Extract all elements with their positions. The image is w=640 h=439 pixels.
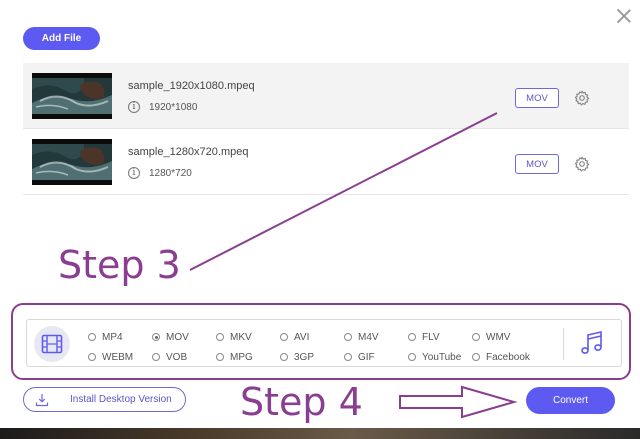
format-option-gif[interactable]: GIF	[344, 352, 408, 363]
file-meta: i 1280*720	[128, 167, 192, 179]
format-option-m4v[interactable]: M4V	[344, 332, 408, 343]
format-option-webm[interactable]: WEBM	[88, 352, 152, 363]
video-icon	[41, 334, 63, 354]
video-thumbnail	[32, 139, 112, 185]
radio-button[interactable]	[280, 333, 288, 341]
format-label: 3GP	[294, 351, 315, 363]
file-resolution: 1280*720	[149, 167, 192, 179]
music-icon[interactable]	[580, 330, 604, 356]
file-name: sample_1280x720.mpeq	[128, 146, 249, 158]
format-label: MOV	[166, 331, 189, 343]
file-resolution: 1920*1080	[149, 101, 198, 113]
format-label: MKV	[230, 331, 252, 343]
file-row[interactable]: sample_1280x720.mpeq i 1280*720 MOV	[23, 129, 629, 195]
radio-button[interactable]	[408, 353, 416, 361]
format-option-avi[interactable]: AVI	[280, 332, 344, 343]
format-label: YouTube	[422, 351, 462, 363]
converter-dialog: Add File sample_1920x1080.mpeq i 1920*10…	[0, 0, 640, 439]
step4-arrow-icon	[399, 385, 518, 419]
radio-button[interactable]	[344, 333, 352, 341]
file-row[interactable]: sample_1920x1080.mpeq i 1920*1080 MOV	[23, 63, 629, 129]
format-label: MP4	[102, 331, 123, 343]
video-tab[interactable]	[34, 326, 70, 362]
format-label: FLV	[422, 331, 440, 343]
step4-annotation: Step 4	[240, 380, 363, 424]
format-label: WEBM	[102, 351, 134, 363]
install-label: Install Desktop Version	[70, 394, 172, 405]
format-label: M4V	[358, 331, 379, 343]
format-label: Facebook	[486, 351, 530, 363]
background-strip	[0, 428, 640, 439]
download-icon	[35, 393, 49, 406]
format-label: AVI	[294, 331, 310, 343]
info-icon[interactable]: i	[128, 101, 140, 113]
format-label: MPG	[230, 351, 253, 363]
install-desktop-button[interactable]: Install Desktop Version	[23, 387, 186, 412]
add-file-button[interactable]: Add File	[23, 27, 100, 50]
output-format-button[interactable]: MOV	[515, 154, 559, 174]
format-option-mp4[interactable]: MP4	[88, 332, 152, 343]
format-option-wmv[interactable]: WMV	[472, 332, 536, 343]
divider	[563, 328, 564, 360]
format-row: WEBM VOB MPG 3GP GIF YouTube Facebook	[88, 347, 548, 367]
file-list: sample_1920x1080.mpeq i 1920*1080 MOV sa…	[23, 63, 629, 195]
format-panel: MP4 MOV MKV AVI M4V FLV WMV WEBM VOB MPG…	[11, 303, 631, 380]
file-name: sample_1920x1080.mpeq	[128, 80, 255, 92]
format-row: MP4 MOV MKV AVI M4V FLV WMV	[88, 327, 548, 347]
format-selector: MP4 MOV MKV AVI M4V FLV WMV WEBM VOB MPG…	[26, 319, 622, 367]
radio-button[interactable]	[472, 333, 480, 341]
close-icon[interactable]	[613, 5, 635, 27]
file-meta: i 1920*1080	[128, 101, 197, 113]
radio-button[interactable]	[88, 353, 96, 361]
radio-button[interactable]	[472, 353, 480, 361]
format-options: MP4 MOV MKV AVI M4V FLV WMV WEBM VOB MPG…	[88, 327, 548, 367]
format-label: WMV	[486, 331, 511, 343]
info-icon[interactable]: i	[128, 167, 140, 179]
video-thumbnail	[32, 73, 112, 119]
step3-annotation: Step 3	[58, 243, 181, 287]
output-format-button[interactable]: MOV	[515, 88, 559, 108]
format-option-mov[interactable]: MOV	[152, 332, 216, 343]
format-option-mpg[interactable]: MPG	[216, 352, 280, 363]
gear-icon[interactable]	[574, 90, 590, 106]
radio-button[interactable]	[88, 333, 96, 341]
radio-button-selected[interactable]	[152, 333, 160, 341]
radio-button[interactable]	[152, 353, 160, 361]
radio-button[interactable]	[280, 353, 288, 361]
radio-button[interactable]	[216, 333, 224, 341]
gear-icon[interactable]	[574, 156, 590, 172]
format-option-vob[interactable]: VOB	[152, 352, 216, 363]
radio-button[interactable]	[408, 333, 416, 341]
format-option-facebook[interactable]: Facebook	[472, 352, 536, 363]
format-label: VOB	[166, 351, 188, 363]
format-option-youtube[interactable]: YouTube	[408, 352, 472, 363]
format-option-flv[interactable]: FLV	[408, 332, 472, 343]
format-option-3gp[interactable]: 3GP	[280, 352, 344, 363]
convert-button[interactable]: Convert	[526, 387, 615, 414]
format-option-mkv[interactable]: MKV	[216, 332, 280, 343]
radio-button[interactable]	[216, 353, 224, 361]
radio-button[interactable]	[344, 353, 352, 361]
format-label: GIF	[358, 351, 375, 363]
